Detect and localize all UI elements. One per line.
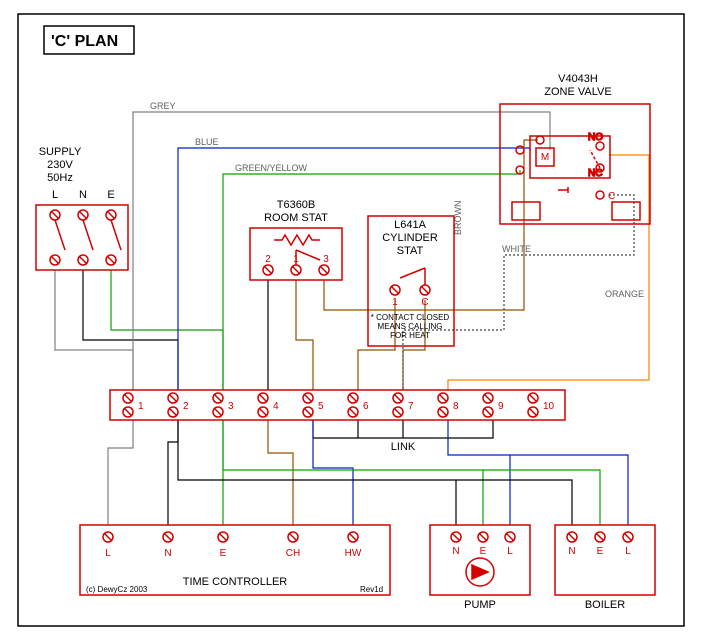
svg-text:E: E: [480, 546, 487, 557]
svg-text:CYLINDER: CYLINDER: [382, 232, 438, 244]
svg-text:HW: HW: [345, 548, 362, 559]
svg-text:C: C: [421, 297, 428, 308]
svg-text:E: E: [220, 548, 227, 559]
svg-text:3: 3: [228, 401, 234, 412]
svg-text:CH: CH: [286, 548, 300, 559]
svg-text:N: N: [164, 548, 171, 559]
supply-label: SUPPLY: [39, 146, 82, 158]
svg-text:STAT: STAT: [397, 245, 424, 257]
svg-text:NO: NO: [588, 132, 603, 143]
diagram-title: 'C' PLAN: [51, 33, 118, 50]
wiring-diagram: 'C' PLAN GREY BLUE GREEN/YELLOW BROWN OR…: [0, 0, 702, 641]
svg-text:(c) DewyCz 2003: (c) DewyCz 2003: [86, 585, 148, 594]
svg-text:FOR HEAT: FOR HEAT: [390, 331, 430, 340]
svg-text:9: 9: [498, 401, 504, 412]
supply-freq: 50Hz: [47, 172, 73, 184]
svg-text:M: M: [541, 152, 549, 163]
junction-block: [110, 390, 565, 420]
svg-text:L: L: [507, 546, 513, 557]
svg-text:L: L: [105, 548, 111, 559]
wire-label-green: GREEN/YELLOW: [235, 163, 308, 173]
svg-text:N: N: [568, 546, 575, 557]
svg-text:8: 8: [453, 401, 459, 412]
svg-text:C: C: [608, 191, 615, 202]
svg-text:ROOM STAT: ROOM STAT: [264, 212, 328, 224]
wire-label-white: WHITE: [502, 244, 531, 254]
svg-text:N: N: [79, 189, 87, 201]
svg-text:BOILER: BOILER: [585, 599, 625, 611]
wire-label-blue: BLUE: [195, 137, 219, 147]
svg-text:E: E: [597, 546, 604, 557]
svg-text:NC: NC: [588, 168, 602, 179]
svg-text:E: E: [107, 189, 114, 201]
wire-label-grey: GREY: [150, 101, 176, 111]
svg-text:L: L: [52, 189, 58, 201]
svg-text:V4043H: V4043H: [558, 73, 598, 85]
svg-text:2: 2: [265, 254, 271, 265]
svg-text:10: 10: [543, 401, 555, 412]
svg-text:3: 3: [323, 254, 329, 265]
svg-text:5: 5: [318, 401, 324, 412]
supply-block: SUPPLY 230V 50Hz L N E: [36, 146, 128, 270]
svg-text:ZONE VALVE: ZONE VALVE: [544, 86, 611, 98]
supply-voltage: 230V: [47, 159, 73, 171]
svg-text:N: N: [452, 546, 459, 557]
time-controller-block: L N E CH HW TIME CONTROLLER (c) DewyCz 2…: [80, 525, 390, 595]
svg-text:6: 6: [363, 401, 369, 412]
room-stat-block: T6360B ROOM STAT 2 1 3: [250, 199, 342, 280]
pump-block: N E L PUMP: [430, 525, 530, 611]
svg-text:L: L: [625, 546, 631, 557]
svg-text:7: 7: [408, 401, 414, 412]
svg-text:1: 1: [293, 254, 299, 265]
wire-label-orange: ORANGE: [605, 289, 644, 299]
svg-text:T6360B: T6360B: [277, 199, 316, 211]
cylinder-stat-block: L641A CYLINDER STAT 1 C * CONTACT CLOSED…: [368, 216, 454, 346]
boiler-block: N E L BOILER: [555, 525, 655, 611]
link-label: LINK: [391, 441, 416, 453]
svg-text:Rev1d: Rev1d: [360, 585, 383, 594]
svg-text:MEANS CALLING: MEANS CALLING: [378, 322, 443, 331]
svg-text:* CONTACT CLOSED: * CONTACT CLOSED: [371, 313, 450, 322]
svg-text:TIME CONTROLLER: TIME CONTROLLER: [183, 576, 288, 588]
svg-text:1: 1: [392, 297, 398, 308]
svg-text:1: 1: [138, 401, 144, 412]
svg-text:PUMP: PUMP: [464, 599, 496, 611]
svg-text:L641A: L641A: [394, 219, 426, 231]
svg-text:4: 4: [273, 401, 279, 412]
svg-text:2: 2: [183, 401, 189, 412]
